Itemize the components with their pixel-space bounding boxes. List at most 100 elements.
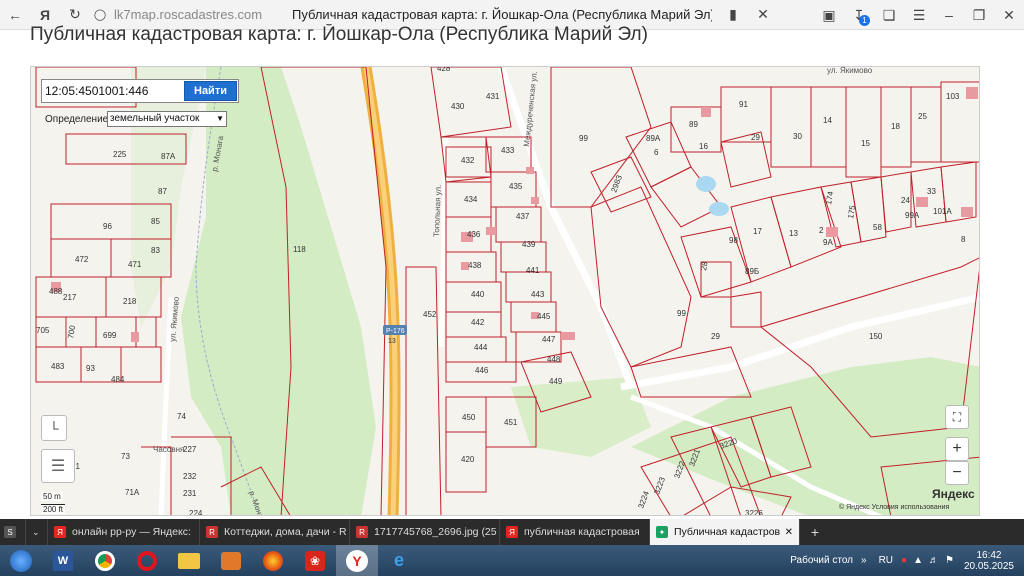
parcel-label: 430 [451,102,465,111]
parcel-label: 13 [789,229,798,238]
restore-icon[interactable]: ❐ [964,0,994,30]
cadastral-number-input[interactable] [45,82,185,100]
parcel-label: 705 [36,326,50,335]
road-topolnaya [438,136,449,348]
definition-select[interactable]: земельный участок ▼ [107,111,227,127]
parcel-label: 438 [468,261,482,270]
chrome-icon [95,550,115,571]
downloads-icon[interactable]: ↧ 1 [844,0,874,30]
start-button[interactable] [0,545,42,576]
cadastral-map[interactable]: 428 430 431 432 433 435 434 437 436 439 … [30,66,980,516]
definition-label: Определение: [45,114,112,125]
bookmark-icon[interactable]: ▮ [718,0,748,30]
extensions-icon[interactable]: ❏ [874,0,904,30]
chevron-down-icon: ⌄ [32,526,40,537]
map-copyright[interactable]: © Яндекс Условия использования [839,504,949,511]
language-indicator[interactable]: RU [879,555,893,566]
parcel-label: 434 [464,195,478,204]
parcel-label: 87А [161,152,176,161]
tab-label: Публичная кадастров [674,526,781,538]
os-taskbar: W ❀ Y e Рабочий стол » RU ● ▲ ♬ ⚑ 16:42 … [0,545,1024,576]
parcel-label: 96 [103,222,112,231]
tab-kadastr-map[interactable]: ✦ Публичная кадастров ✕ [650,519,800,545]
taskbar-media[interactable] [210,545,252,576]
parcel-label: 93 [86,364,95,373]
street-label: ул. Якимово [827,67,873,75]
parcel-label: 224 [189,509,203,516]
zoom-out-button[interactable]: − [945,461,969,485]
menu-icon[interactable]: ☰ [904,0,934,30]
firefox-icon [263,550,283,571]
tab-cottages[interactable]: R Коттеджи, дома, дачи - R [200,519,350,545]
network-icon[interactable]: ▲ [913,555,923,566]
tabs-dropdown[interactable]: ⌄ [26,519,48,545]
close-tab-icon[interactable]: ✕ [748,0,778,30]
close-tab-icon[interactable]: ✕ [785,527,793,538]
flag-icon[interactable]: ⚑ [945,555,954,566]
chevron-right-icon[interactable]: » [861,555,867,566]
yandex-logo: Яндекс [932,487,975,501]
parcel-label: 99А [905,211,920,220]
parcel-label: 420 [461,455,475,464]
parcel-label: 439 [522,240,536,249]
parcel-label: 6 [654,148,659,157]
parcel-label: 71А [125,488,140,497]
desktop-label[interactable]: Рабочий стол [790,555,853,566]
parcel-label: 484 [111,375,125,384]
taskbar-explorer[interactable] [168,545,210,576]
chevron-down-icon: ▼ [216,114,224,123]
layers-button[interactable]: ☰ [41,449,75,483]
taskbar-word[interactable]: W [42,545,84,576]
tab-search[interactable]: Я онлайн рр-ру — Яндекс: [48,519,200,545]
address-bar[interactable]: lk7map.roscadastres.com [114,7,274,22]
tab-label: 1717745768_2696.jpg (25 [374,526,497,538]
ruler-button[interactable]: └ [41,415,67,441]
parcel-label: 87 [158,187,167,196]
word-icon: W [53,550,73,571]
back-icon[interactable]: ← [0,0,30,30]
find-button[interactable]: Найти [184,81,237,101]
parcel-label: 9А [823,238,833,247]
yandex-tray-icon[interactable]: ● [901,555,907,566]
new-tab-button[interactable]: + [800,519,830,545]
browser-logo-tab[interactable]: S [0,519,26,545]
parcel-label: 99 [677,309,686,318]
collections-icon[interactable]: ▣ [814,0,844,30]
taskbar-firefox[interactable] [252,545,294,576]
page-tab-title: Публичная кадастровая карта: г. Йошкар-О… [292,7,712,22]
parcel-label: 435 [509,182,523,191]
parcel-label: 471 [128,260,142,269]
minimize-icon[interactable]: – [934,0,964,30]
parcel-label: 29 [751,133,760,142]
street-label: Часовня [153,445,184,454]
parcel-label: 89А [646,134,661,143]
window-close-icon[interactable]: ✕ [994,0,1024,30]
parcel-label: 8 [961,235,966,244]
map-canvas[interactable]: 428 430 431 432 433 435 434 437 436 439 … [31,67,980,516]
taskbar-acrobat[interactable]: ❀ [294,545,336,576]
parcel-label: 98 [729,236,738,245]
fullscreen-button[interactable]: ⛶ [945,405,969,429]
taskbar-yandex-browser[interactable]: Y [336,545,378,576]
parcel-label: 449 [549,377,563,386]
parcel-label: 73 [121,452,130,461]
parcel-label: 441 [526,266,540,275]
taskbar-chrome[interactable] [84,545,126,576]
taskbar-opera[interactable] [126,545,168,576]
tab-image[interactable]: R 1717745768_2696.jpg (25 [350,519,500,545]
clock[interactable]: 16:42 20.05.2025 [964,550,1014,572]
site-icon: R [206,526,218,538]
parcel-label: 24 [901,196,910,205]
parcel-label: 101А [933,207,952,216]
fullscreen-icon: ⛶ [952,409,962,424]
parcel-label: 2 [819,226,824,235]
tab-kadastr-search[interactable]: Я публичная кадастровая [500,519,650,545]
parcel-label: 450 [462,413,476,422]
parcel-label: 436 [467,230,481,239]
zoom-in-button[interactable]: + [945,437,969,461]
taskbar-ie[interactable]: e [378,545,420,576]
browser-tab-strip: S ⌄ Я онлайн рр-ру — Яндекс: R Коттеджи,… [0,519,1024,545]
parcel-label: 448 [547,355,561,364]
parcel-label: 174 [824,190,835,205]
volume-icon[interactable]: ♬ [929,555,939,566]
